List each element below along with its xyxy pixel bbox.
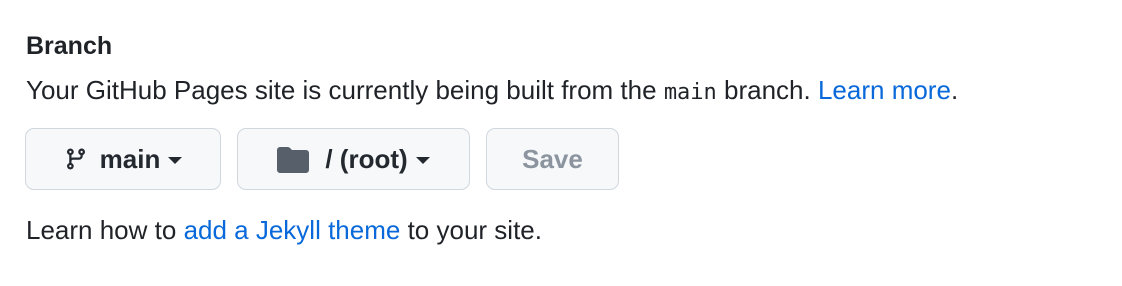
branch-code: main [663,80,717,105]
folder-select-value: / (root) [325,143,408,174]
branch-description: Your GitHub Pages site is currently bein… [26,70,1106,113]
save-button[interactable]: Save [486,128,619,190]
jekyll-theme-link[interactable]: add a Jekyll theme [184,215,401,245]
branch-select-value: main [99,143,161,174]
chevron-down-icon [168,157,183,164]
jekyll-theme-hint: Learn how to add a Jekyll theme to your … [26,210,542,250]
learn-more-link[interactable]: Learn more [818,75,951,105]
section-heading: Branch [26,32,113,60]
folder-select-button[interactable]: / (root) [237,128,470,190]
description-suffix: branch. [716,75,818,105]
folder-icon [277,145,310,173]
footer-suffix: to your site. [400,215,542,245]
git-branch-icon [64,145,88,173]
branch-select-button[interactable]: main [25,128,221,190]
description-end: . [950,75,959,105]
chevron-down-icon [415,157,430,164]
footer-prefix: Learn how to [26,215,184,245]
branch-section: Branch Your GitHub Pages site is current… [26,28,1106,113]
description-prefix: Your GitHub Pages site is currently bein… [26,75,664,105]
